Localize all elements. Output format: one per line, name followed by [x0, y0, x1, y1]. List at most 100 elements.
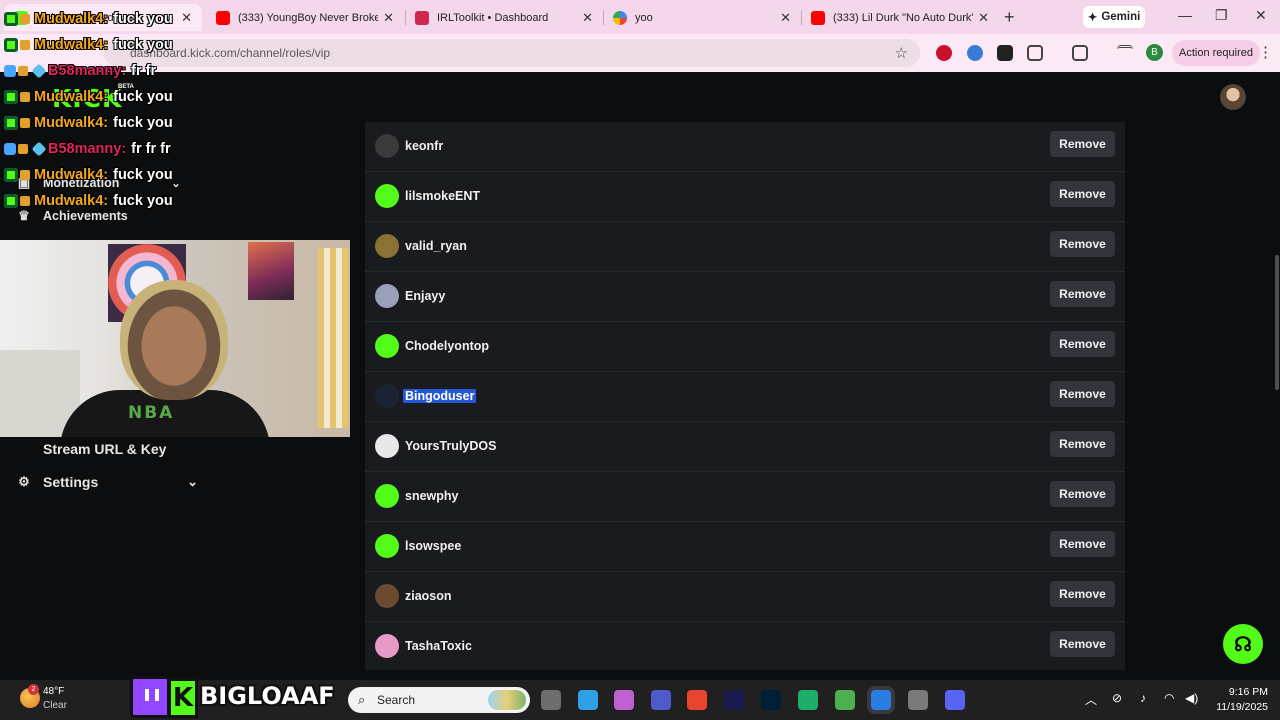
action-required-button[interactable]: Action required: [1172, 40, 1260, 66]
close-icon[interactable]: ✕: [582, 10, 593, 26]
tab-search-icon[interactable]: [1072, 45, 1088, 61]
vip-username[interactable]: valid_ryan: [405, 239, 467, 253]
vip-avatar: [375, 284, 399, 308]
vip-username[interactable]: Enjayy: [405, 289, 445, 303]
scrollbar-thumb[interactable]: [1275, 255, 1279, 390]
kick-top-nav: KICK BETA: [0, 72, 1280, 122]
vip-username[interactable]: YoursTrulyDOS: [405, 439, 496, 453]
taskbar-app-icon[interactable]: [908, 690, 928, 710]
sidebar-item-label: Settings: [43, 474, 99, 490]
tab-youngboy[interactable]: (333) YoungBoy Never Broke Again ✕: [206, 4, 404, 31]
vip-username[interactable]: TashaToxic: [405, 639, 472, 653]
remove-vip-button[interactable]: Remove: [1050, 331, 1115, 357]
tab-label: yoo: [635, 11, 653, 24]
tab-lil-durk[interactable]: (333) Lil Durk "No Auto Durk" ✕: [801, 4, 999, 31]
taskbar-app-icon[interactable]: [945, 690, 965, 710]
taskbar-app-icon[interactable]: [724, 690, 744, 710]
chat-text: fuck you: [113, 167, 173, 183]
extension-icon[interactable]: [967, 45, 983, 61]
tray-chevron-icon[interactable]: ︿: [1085, 691, 1097, 708]
remove-vip-button[interactable]: Remove: [1050, 131, 1115, 157]
profile-avatar[interactable]: B: [1146, 44, 1163, 61]
chat-username: Mudwalk4:: [34, 167, 109, 183]
taskbar-app-icon[interactable]: [798, 690, 818, 710]
new-tab-button[interactable]: +: [1004, 7, 1015, 28]
irltoolkit-favicon: [415, 10, 429, 25]
chat-badge-icon: [4, 168, 18, 182]
vip-username[interactable]: Chodelyontop: [405, 339, 489, 353]
microphone-icon[interactable]: ♪: [1140, 691, 1146, 705]
wifi-icon[interactable]: ◠: [1164, 691, 1174, 705]
user-avatar[interactable]: [1220, 84, 1246, 110]
chat-username: Mudwalk4:: [34, 89, 109, 105]
vip-row: keonfr Remove: [365, 122, 1125, 172]
vip-list: keonfr Remove lilsmokeENT Remove valid_ryan R…: [365, 122, 1125, 670]
remove-vip-button[interactable]: Remove: [1050, 631, 1115, 657]
clock-date[interactable]: 11/19/2025: [1200, 701, 1268, 713]
close-icon[interactable]: ✕: [181, 10, 192, 26]
taskbar-app-icon[interactable]: [835, 690, 855, 710]
vip-row: Chodelyontop Remove: [365, 322, 1125, 372]
restore-icon[interactable]: ❐: [1215, 7, 1228, 24]
vip-username[interactable]: lsowspee: [405, 539, 461, 553]
chat-message: B58manny: fr fr: [4, 60, 156, 82]
vip-username[interactable]: keonfr: [405, 139, 443, 153]
scrollbar-track[interactable]: [1272, 122, 1280, 670]
gemini-button[interactable]: ✦ Gemini: [1083, 6, 1145, 28]
puzzle-icon[interactable]: [1027, 45, 1043, 61]
minimize-icon[interactable]: —: [1178, 7, 1192, 23]
network-off-icon[interactable]: ⊘: [1112, 691, 1122, 705]
sidebar-item-settings[interactable]: ⚙ Settings ⌄: [16, 474, 198, 490]
taskbar-search[interactable]: ⌕ Search: [348, 687, 530, 713]
taskbar-app-icon[interactable]: [651, 690, 671, 710]
kick-k-logo: K: [168, 678, 198, 718]
chat-text: fuck you: [113, 89, 173, 105]
remove-vip-button[interactable]: Remove: [1050, 281, 1115, 307]
remove-vip-button[interactable]: Remove: [1050, 381, 1115, 407]
weather-condition[interactable]: Clear: [43, 700, 67, 711]
vip-avatar: [375, 584, 399, 608]
taskbar-app-icon[interactable]: [541, 690, 561, 710]
headset-icon: ☊: [1234, 633, 1252, 656]
chat-message: Mudwalk4: fuck you: [4, 86, 173, 108]
volume-icon[interactable]: ◀): [1185, 691, 1198, 705]
vip-username[interactable]: ziaoson: [405, 589, 452, 603]
taskbar-app-icon[interactable]: [578, 690, 598, 710]
tab-irltoolkit[interactable]: IRLToolkit • Dashboard ✕: [405, 4, 603, 31]
window-close-icon[interactable]: ✕: [1255, 7, 1267, 24]
remove-vip-button[interactable]: Remove: [1050, 581, 1115, 607]
remove-vip-button[interactable]: Remove: [1050, 431, 1115, 457]
taskbar-app-icon[interactable]: [871, 690, 891, 710]
chat-badge-icon: [18, 66, 28, 76]
omnibox[interactable]: dashboard.kick.com/channel/roles/vip ☆: [104, 39, 920, 67]
remove-vip-button[interactable]: Remove: [1050, 231, 1115, 257]
google-favicon: [613, 10, 627, 25]
more-menu-icon[interactable]: ⋮: [1258, 43, 1273, 61]
extension-icon[interactable]: [997, 45, 1013, 61]
remove-vip-button[interactable]: Remove: [1050, 181, 1115, 207]
taskbar-app-icon[interactable]: [687, 690, 707, 710]
vip-username[interactable]: snewphy: [405, 489, 459, 503]
clock-time[interactable]: 9:16 PM: [1212, 686, 1268, 698]
chat-badge-icon: [20, 170, 30, 180]
remove-vip-button[interactable]: Remove: [1050, 531, 1115, 557]
vip-username[interactable]: lilsmokeENT: [405, 189, 480, 203]
chat-badge-icon: [18, 144, 28, 154]
youtube-favicon: [216, 10, 230, 25]
remove-vip-button[interactable]: Remove: [1050, 481, 1115, 507]
close-icon[interactable]: ✕: [383, 10, 394, 26]
vip-username[interactable]: Bingoduser: [403, 389, 477, 403]
taskbar-app-icon[interactable]: [614, 690, 634, 710]
close-icon[interactable]: ✕: [780, 10, 791, 26]
support-chat-button[interactable]: ☊: [1223, 624, 1263, 664]
vip-row: snewphy Remove: [365, 472, 1125, 522]
taskbar-app-icon[interactable]: [761, 690, 781, 710]
opera-extension-icon[interactable]: [936, 45, 952, 61]
tab-yoo[interactable]: yoo ✕: [603, 4, 801, 31]
vip-row: Enjayy Remove: [365, 272, 1125, 322]
media-controls-icon[interactable]: [1117, 45, 1133, 61]
sidebar-item-stream-key[interactable]: Stream URL & Key: [16, 441, 166, 457]
close-icon[interactable]: ✕: [978, 10, 989, 26]
weather-temp[interactable]: 48°F: [43, 686, 64, 697]
bookmark-star-icon[interactable]: ☆: [895, 44, 908, 62]
